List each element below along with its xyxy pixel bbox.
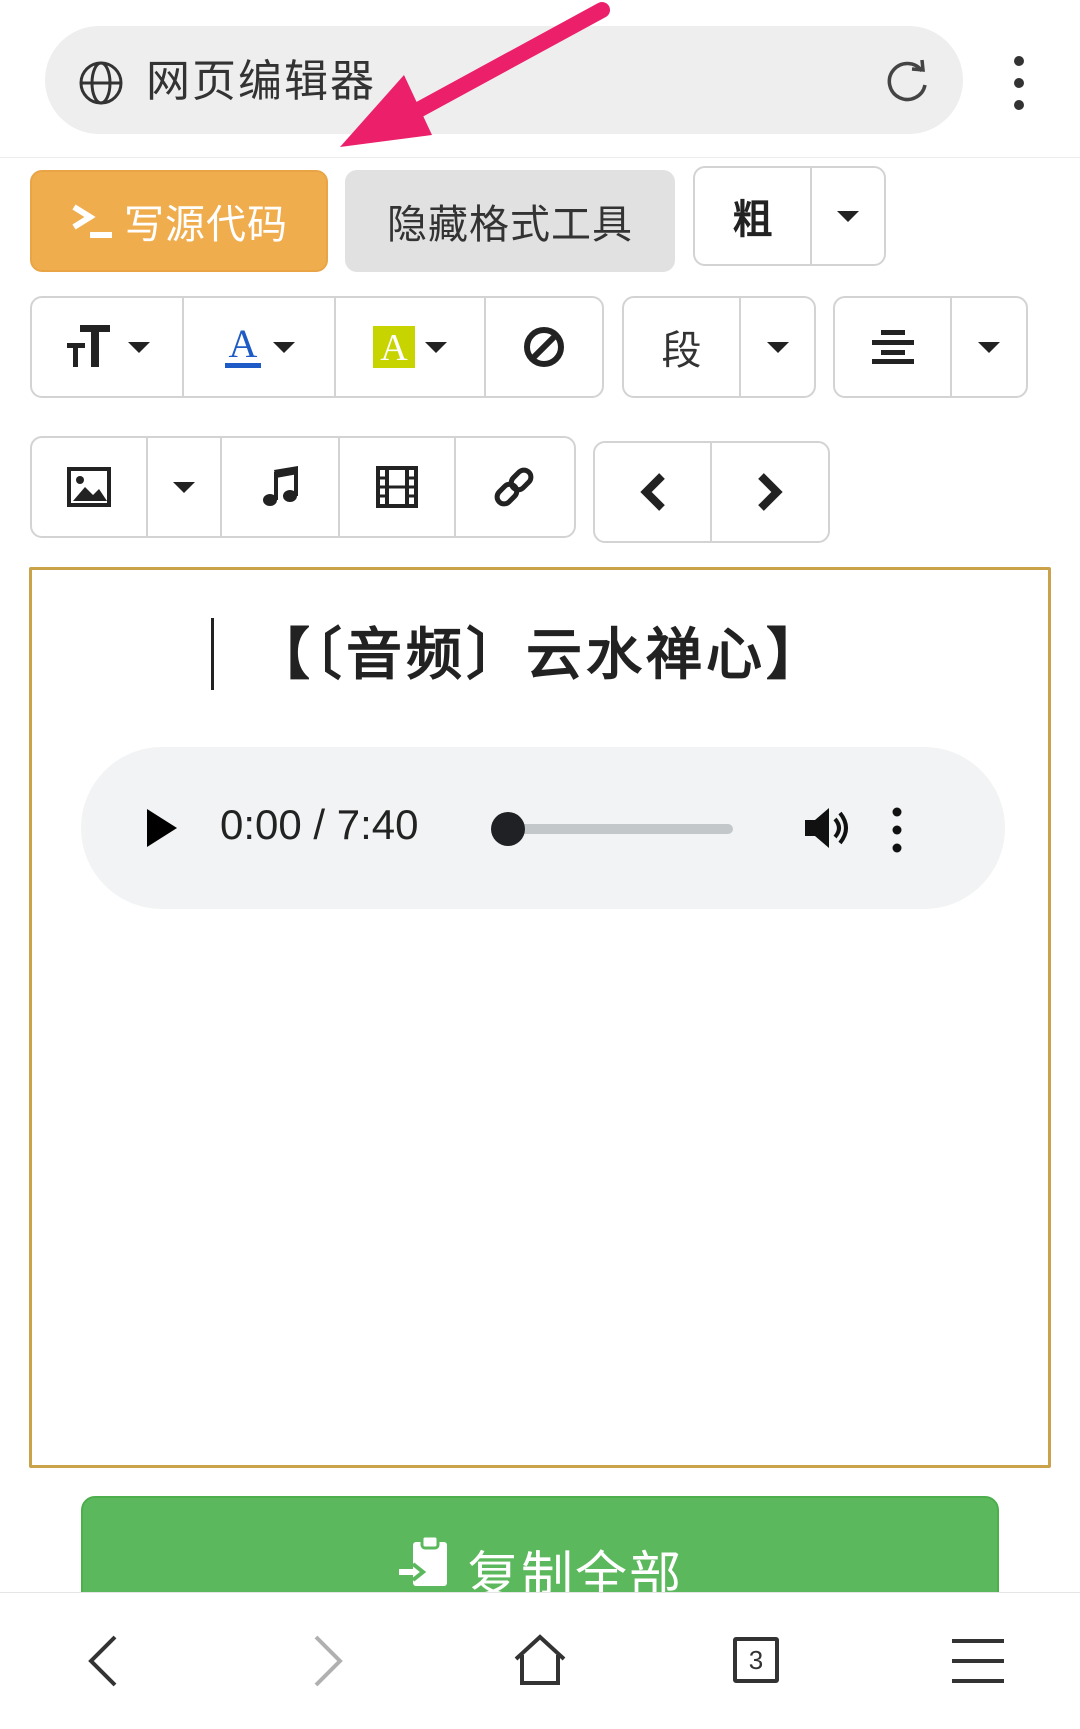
caret-down-icon	[425, 341, 447, 353]
history-group	[593, 441, 830, 543]
insert-video-button[interactable]	[340, 438, 456, 536]
image-dropdown-button[interactable]	[148, 438, 222, 536]
media-insert-group	[30, 436, 576, 538]
image-icon	[67, 467, 111, 507]
clear-format-button[interactable]	[486, 298, 602, 396]
svg-text:A: A	[229, 323, 258, 366]
tabs-icon[interactable]: 3	[727, 1631, 787, 1691]
forward-icon[interactable]	[296, 1631, 356, 1691]
alignment-group	[833, 296, 1028, 398]
caret-down-icon	[766, 341, 789, 353]
caret-down-icon	[978, 341, 1000, 353]
font-color-icon: A	[225, 323, 261, 368]
chevron-left-icon	[639, 473, 665, 511]
editor-area[interactable]: 【〔音频〕云水禅心】 0:00 / 7:40	[29, 567, 1051, 1468]
bold-button-group: 粗	[693, 166, 886, 266]
reload-icon[interactable]	[882, 57, 932, 107]
align-center-icon	[871, 330, 914, 364]
volume-icon[interactable]	[803, 805, 853, 851]
editor-heading[interactable]: 【〔音频〕云水禅心】	[32, 610, 1048, 691]
bold-button[interactable]: 粗	[695, 168, 812, 264]
clear-format-icon	[524, 327, 564, 367]
highlight-icon: A	[373, 326, 415, 368]
paragraph-dropdown-button[interactable]	[741, 298, 814, 396]
browser-bottom-nav: 3	[0, 1592, 1080, 1729]
paragraph-label: 段	[661, 328, 702, 374]
more-vertical-icon[interactable]	[1004, 55, 1034, 111]
write-source-code-button[interactable]: 写源代码	[30, 170, 328, 272]
film-icon	[376, 466, 418, 508]
svg-text:A: A	[380, 327, 408, 368]
align-center-button[interactable]	[835, 298, 952, 396]
terminal-icon	[72, 204, 112, 238]
hide-format-tools-label: 隐藏格式工具	[387, 202, 633, 248]
font-style-group: A A	[30, 296, 604, 398]
hide-format-tools-button[interactable]: 隐藏格式工具	[345, 170, 675, 272]
chevron-right-icon	[758, 473, 783, 511]
tab-count: 3	[748, 1644, 764, 1675]
highlight-color-button[interactable]: A	[336, 298, 486, 396]
font-color-button[interactable]: A	[184, 298, 336, 396]
text-size-icon	[67, 325, 110, 367]
caret-down-icon	[128, 341, 150, 353]
insert-link-button[interactable]	[456, 438, 572, 536]
audio-time: 0:00 / 7:40	[220, 801, 419, 848]
undo-button[interactable]	[595, 443, 712, 541]
insert-audio-button[interactable]	[222, 438, 340, 536]
insert-image-button[interactable]	[32, 438, 148, 536]
paragraph-button[interactable]: 段	[624, 298, 741, 396]
more-vertical-icon[interactable]	[891, 807, 903, 853]
globe-icon	[79, 61, 123, 105]
menu-icon[interactable]	[948, 1631, 1008, 1691]
write-source-code-label: 写源代码	[124, 202, 288, 248]
bold-dropdown-button[interactable]	[812, 168, 884, 264]
bold-label: 粗	[732, 197, 773, 243]
caret-down-icon	[173, 481, 195, 493]
audio-progress-thumb[interactable]	[491, 812, 525, 846]
home-icon[interactable]	[510, 1631, 570, 1691]
font-size-button[interactable]	[32, 298, 184, 396]
caret-down-icon	[837, 210, 859, 222]
play-icon[interactable]	[147, 809, 177, 847]
back-icon[interactable]	[75, 1631, 135, 1691]
audio-progress-track[interactable]	[491, 812, 733, 846]
paragraph-style-group: 段	[622, 296, 816, 398]
alignment-dropdown-button[interactable]	[952, 298, 1026, 396]
link-icon	[494, 467, 534, 507]
music-note-icon	[263, 466, 298, 506]
annotation-arrow	[340, 2, 610, 147]
audio-player: 0:00 / 7:40	[81, 747, 1005, 909]
redo-button[interactable]	[712, 443, 828, 541]
caret-down-icon	[273, 341, 295, 353]
clipboard-icon	[398, 1534, 447, 1586]
